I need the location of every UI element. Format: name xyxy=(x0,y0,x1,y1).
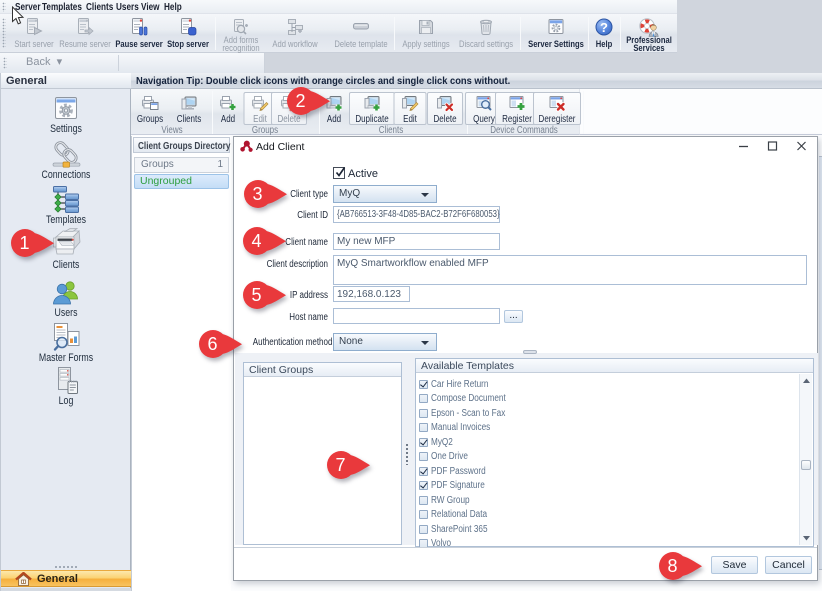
svg-text:7: 7 xyxy=(335,455,345,475)
svg-text:8: 8 xyxy=(667,556,677,576)
svg-text:1: 1 xyxy=(19,233,29,253)
svg-text:5: 5 xyxy=(251,285,261,305)
svg-text:4: 4 xyxy=(251,231,261,251)
svg-text:2: 2 xyxy=(295,91,305,111)
svg-text:6: 6 xyxy=(207,334,217,354)
svg-text:3: 3 xyxy=(252,184,262,204)
svg-text:?: ? xyxy=(600,20,608,35)
